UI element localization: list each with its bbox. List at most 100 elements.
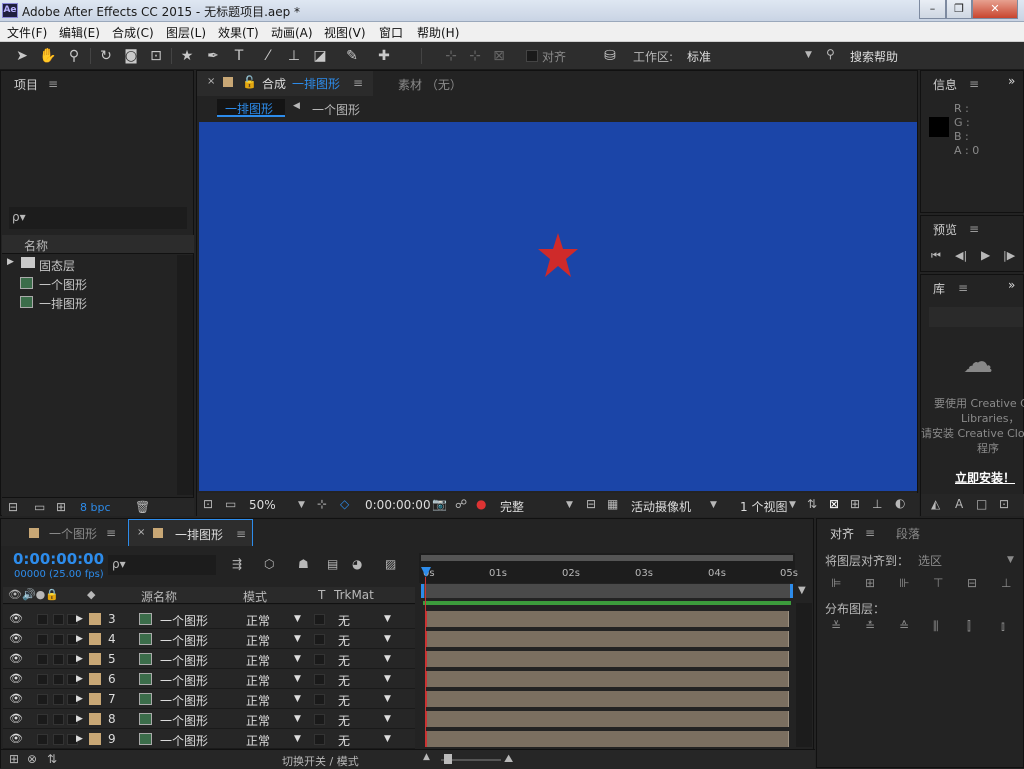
solo-switch[interactable] — [53, 634, 64, 645]
solo-switch[interactable] — [53, 694, 64, 705]
toggle-switches-modes-button[interactable]: 切换开关 / 模式 — [282, 753, 359, 769]
layer-mode[interactable]: 正常 — [246, 612, 270, 629]
visibility-eye-icon[interactable]: 👁 — [9, 672, 23, 685]
menu-effect[interactable]: 效果(T) — [218, 24, 259, 41]
comp-flowchart-icon[interactable]: ⇶ — [232, 557, 242, 571]
roto-brush-tool-icon[interactable]: ✎ — [342, 46, 362, 66]
layer-row[interactable]: 👁 ▶ 3 一个图形 正常 ▼ 无 ▼ — [3, 609, 415, 629]
label-color-chip[interactable] — [89, 633, 101, 645]
mode-chevron-down-icon[interactable]: ▼ — [294, 634, 301, 644]
layer-duration-bar[interactable] — [425, 651, 789, 667]
tab-menu-icon[interactable]: ≡ — [236, 527, 246, 541]
distribute-hcenter-icon[interactable]: ⫿ — [967, 619, 971, 634]
lock-icon[interactable]: 🔓 — [242, 75, 257, 89]
audio-switch[interactable] — [37, 674, 48, 685]
audio-switch[interactable] — [37, 694, 48, 705]
layer-name[interactable]: 一个图形 — [160, 732, 208, 749]
distribute-bottom-icon[interactable]: ≙ — [899, 619, 909, 633]
layer-trkmat[interactable]: 无 — [338, 672, 350, 689]
label-color-chip[interactable] — [89, 693, 101, 705]
layer-trkmat[interactable]: 无 — [338, 712, 350, 729]
close-button[interactable]: ✕ — [972, 0, 1018, 19]
label-tag-icon[interactable]: ◆ — [87, 588, 95, 601]
bit-depth-button[interactable]: 8 bpc — [80, 501, 111, 514]
snapshot-icon[interactable]: 📷 — [432, 497, 447, 511]
column-trkmat[interactable]: TrkMat — [334, 588, 374, 602]
preserve-transparency-switch[interactable] — [314, 714, 325, 725]
library-panel-title[interactable]: 库 — [933, 280, 945, 297]
zoom-out-icon[interactable]: ▲ — [423, 752, 430, 762]
menu-layer[interactable]: 图层(L) — [166, 24, 206, 41]
distribute-right-icon[interactable]: ⫾ — [1001, 619, 1005, 634]
previous-frame-icon[interactable]: ◀| — [955, 249, 967, 262]
layer-mode[interactable]: 正常 — [246, 732, 270, 749]
trash-icon[interactable]: 🗑 — [135, 500, 150, 514]
label-color-chip[interactable] — [89, 653, 101, 665]
align-to-select[interactable]: 选区 — [918, 552, 942, 569]
snap-checkbox[interactable] — [526, 50, 538, 62]
first-frame-icon[interactable]: ⏮ — [931, 249, 941, 263]
trkmat-chevron-down-icon[interactable]: ▼ — [384, 734, 391, 744]
preserve-transparency-switch[interactable] — [314, 614, 325, 625]
distribute-left-icon[interactable]: ⫼ — [933, 619, 939, 634]
align-bottom-icon[interactable]: ⊥ — [1001, 576, 1011, 590]
layer-name[interactable]: 一个图形 — [160, 692, 208, 709]
layer-mode[interactable]: 正常 — [246, 712, 270, 729]
layer-name[interactable]: 一个图形 — [160, 712, 208, 729]
pixel-aspect-icon[interactable]: ⇅ — [807, 497, 817, 511]
views-chevron-down-icon[interactable]: ▼ — [789, 500, 796, 510]
expand-arrow-icon[interactable]: ▶ — [7, 257, 14, 267]
audio-switch[interactable] — [37, 714, 48, 725]
preserve-transparency-switch[interactable] — [314, 694, 325, 705]
visibility-eye-icon[interactable]: 👁 — [9, 732, 23, 745]
audio-switch[interactable] — [37, 734, 48, 745]
expand-arrow-icon[interactable]: ▶ — [76, 654, 83, 664]
pen-tool-icon[interactable]: ✒ — [203, 46, 223, 66]
paragraph-tab[interactable]: 段落 — [896, 525, 920, 542]
project-panel-title[interactable]: 项目 — [14, 76, 38, 93]
solo-switch[interactable] — [53, 734, 64, 745]
trkmat-chevron-down-icon[interactable]: ▼ — [384, 614, 391, 624]
region-of-interest-icon[interactable]: ⊹ — [317, 497, 327, 511]
comp-tab-active[interactable]: × 🔓 合成 一排图形 ≡ — [197, 71, 373, 96]
distribute-top-icon[interactable]: ≚ — [831, 619, 841, 633]
layer-mode[interactable]: 正常 — [246, 632, 270, 649]
draft-3d-icon[interactable]: ⬡ — [264, 557, 274, 571]
preserve-transparency-switch[interactable] — [314, 634, 325, 645]
always-preview-icon[interactable]: ⊡ — [203, 497, 213, 511]
layer-duration-bar[interactable] — [425, 691, 789, 707]
restore-button[interactable]: ❐ — [946, 0, 972, 19]
trkmat-chevron-down-icon[interactable]: ▼ — [384, 674, 391, 684]
visibility-eye-icon[interactable]: 👁 — [9, 612, 23, 625]
layer-trkmat[interactable]: 无 — [338, 732, 350, 749]
tab-menu-icon[interactable]: ≡ — [106, 526, 116, 540]
layer-row[interactable]: 👁 ▶ 8 一个图形 正常 ▼ 无 ▼ — [3, 709, 415, 729]
layer-name[interactable]: 一个图形 — [160, 672, 208, 689]
search-help-input[interactable]: 搜索帮助 — [850, 48, 898, 65]
current-time-display[interactable]: 0:00:00:00 — [13, 550, 104, 568]
expand-arrow-icon[interactable]: ▶ — [76, 634, 83, 644]
timeline-tab-one-shape[interactable]: 一个图形 ≡ — [1, 519, 127, 546]
solo-switch[interactable] — [53, 714, 64, 725]
expand-arrow-icon[interactable]: ▶ — [76, 694, 83, 704]
menu-file[interactable]: 文件(F) — [7, 24, 47, 41]
mode-chevron-down-icon[interactable]: ▼ — [294, 674, 301, 684]
text-icon[interactable]: A — [955, 497, 963, 511]
expand-arrow-icon[interactable]: ▶ — [76, 714, 83, 724]
info-menu-icon[interactable]: ≡ — [969, 77, 979, 91]
channel-icon[interactable]: ● — [476, 497, 486, 511]
timeline-tab-row-shapes[interactable]: × 一排图形 ≡ — [128, 519, 253, 546]
layer-row[interactable]: 👁 ▶ 6 一个图形 正常 ▼ 无 ▼ — [3, 669, 415, 689]
install-now-link[interactable]: 立即安装！ — [955, 469, 1015, 486]
star-shape[interactable] — [538, 233, 578, 277]
solo-switch[interactable] — [53, 654, 64, 665]
draft3d-icon[interactable]: ⊠ — [829, 497, 839, 511]
align-tab[interactable]: 对齐 — [830, 525, 854, 542]
zoom-slider-handle[interactable] — [444, 754, 452, 764]
transfer-controls-icon[interactable]: ⊗ — [27, 752, 37, 766]
expand-arrow-icon[interactable]: ▶ — [76, 614, 83, 624]
layer-row[interactable]: 👁 ▶ 7 一个图形 正常 ▼ 无 ▼ — [3, 689, 415, 709]
preserve-transparency-switch[interactable] — [314, 674, 325, 685]
comp-button-icon[interactable]: ▼ — [798, 585, 806, 596]
project-search-input[interactable]: ρ▾ — [9, 207, 187, 229]
